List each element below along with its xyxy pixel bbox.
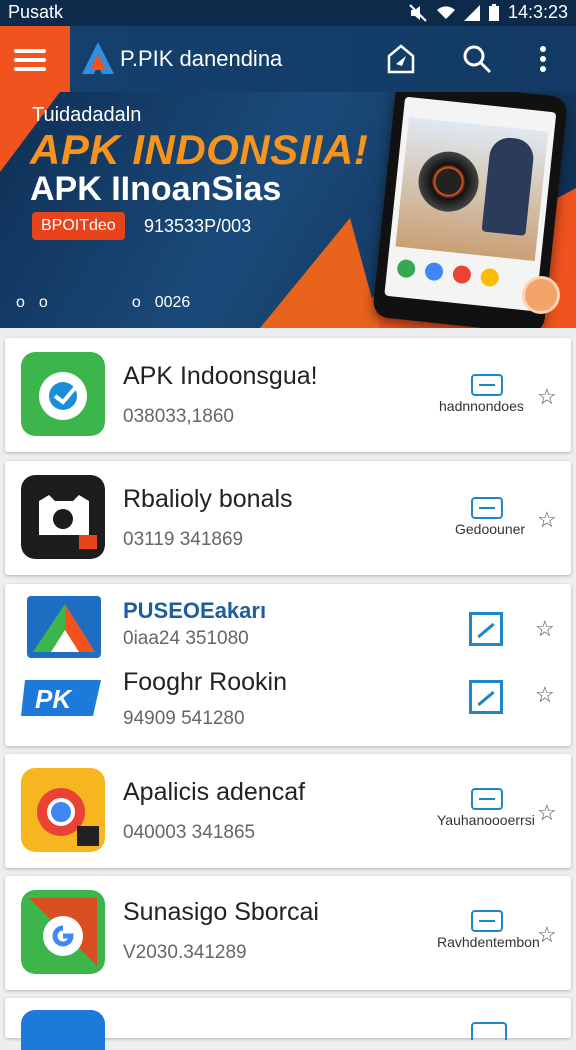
carousel-dot[interactable]: o (16, 294, 25, 312)
hero-code: 913533P/003 (144, 216, 252, 236)
app-list-item[interactable]: PUSEOEakarı 0iaa24 351080 PK Fooghr Rook… (5, 584, 571, 746)
more-options-icon[interactable] (526, 42, 560, 76)
hero-badge-button[interactable]: BPOITdeo (32, 212, 125, 240)
app-list-item[interactable]: Apalicis adencaf 040003 341865 Yauhanooo… (5, 754, 571, 868)
star-icon[interactable]: ☆ (535, 682, 555, 708)
carousel-indicator: o o o 0026 (16, 294, 190, 312)
app-name: Rbalioly bonals (123, 485, 293, 513)
app-list-item[interactable]: Rbalioly bonals 03119 341869 Gedoouner ☆ (5, 461, 571, 575)
star-icon[interactable]: ☆ (535, 616, 555, 642)
download-label: Yauhanoooerrsi (437, 812, 535, 828)
star-icon[interactable]: ☆ (537, 922, 557, 948)
download-icon[interactable] (471, 788, 503, 810)
app-list-item[interactable] (5, 998, 571, 1050)
app-name: Fooghr Rookin (123, 668, 287, 696)
carousel-dot[interactable]: o (39, 294, 48, 312)
status-left-label: Pusatk (8, 2, 64, 22)
app-icon (21, 1010, 105, 1050)
download-icon[interactable] (471, 910, 503, 932)
hero-subheadline: APK IInoanSias (30, 170, 282, 208)
download-icon[interactable] (471, 374, 503, 396)
hero-headline: APK INDONSIIA! (30, 126, 369, 173)
star-icon[interactable]: ☆ (537, 384, 557, 410)
star-icon[interactable]: ☆ (537, 800, 557, 826)
app-list-item[interactable]: APK Indoonsgua! 038033,1860 hadnnondoes … (5, 338, 571, 452)
download-icon[interactable] (471, 497, 503, 519)
carousel-dot[interactable]: o (132, 294, 141, 312)
app-icon (21, 475, 105, 559)
app-meta: 94909 541280 (123, 708, 245, 729)
svg-text:PK: PK (35, 684, 73, 714)
app-bar: P.PIK danendina (0, 26, 576, 92)
hero-kicker: Tuidadadaln (32, 104, 142, 126)
signal-icon (463, 4, 480, 21)
star-icon[interactable]: ☆ (537, 507, 557, 533)
mute-icon (409, 3, 427, 22)
download-label: hadnnondoes (439, 398, 524, 414)
carousel-page: 0026 (154, 294, 191, 311)
app-meta: V2030.341289 (123, 942, 247, 963)
app-icon (27, 596, 101, 658)
compass-icon[interactable] (384, 42, 418, 76)
app-name: Apalicis adencaf (123, 778, 306, 806)
download-label: Ravhdentembon (437, 934, 540, 950)
logo-icon (82, 42, 114, 74)
battery-icon (488, 3, 499, 21)
app-meta: 038033,1860 (123, 406, 234, 427)
app-icon (21, 352, 105, 436)
apk-logo-icon: PK (21, 680, 101, 716)
download-icon[interactable] (471, 1022, 507, 1040)
app-meta: 040003 341865 (123, 822, 256, 843)
search-icon[interactable] (460, 42, 494, 76)
app-icon (21, 768, 105, 852)
download-label: Gedoouner (455, 521, 526, 537)
wifi-icon (436, 5, 455, 19)
app-meta: 03119 341869 (123, 529, 244, 550)
fab-button[interactable] (522, 276, 560, 314)
app-name: Sunasigo Sborcai (123, 898, 319, 926)
download-icon[interactable] (469, 612, 503, 646)
app-name: APK Indoonsgua! (123, 362, 318, 390)
app-meta: 0iaa24 351080 (123, 628, 249, 649)
app-title: PUSEOEakarı (123, 598, 267, 623)
status-time: 14:3:23 (507, 2, 568, 22)
download-icon[interactable] (469, 680, 503, 714)
status-bar: Pusatk 14:3:23 (0, 0, 576, 26)
hero-banner[interactable]: Tuidadadaln APK INDONSIIA! APK IInoanSia… (0, 92, 576, 328)
app-list-item[interactable]: Sunasigo Sborcai V2030.341289 Ravhdentem… (5, 876, 571, 990)
app-icon (21, 890, 105, 974)
menu-button[interactable] (14, 44, 46, 74)
app-title: P.PIK danendina (120, 46, 283, 71)
